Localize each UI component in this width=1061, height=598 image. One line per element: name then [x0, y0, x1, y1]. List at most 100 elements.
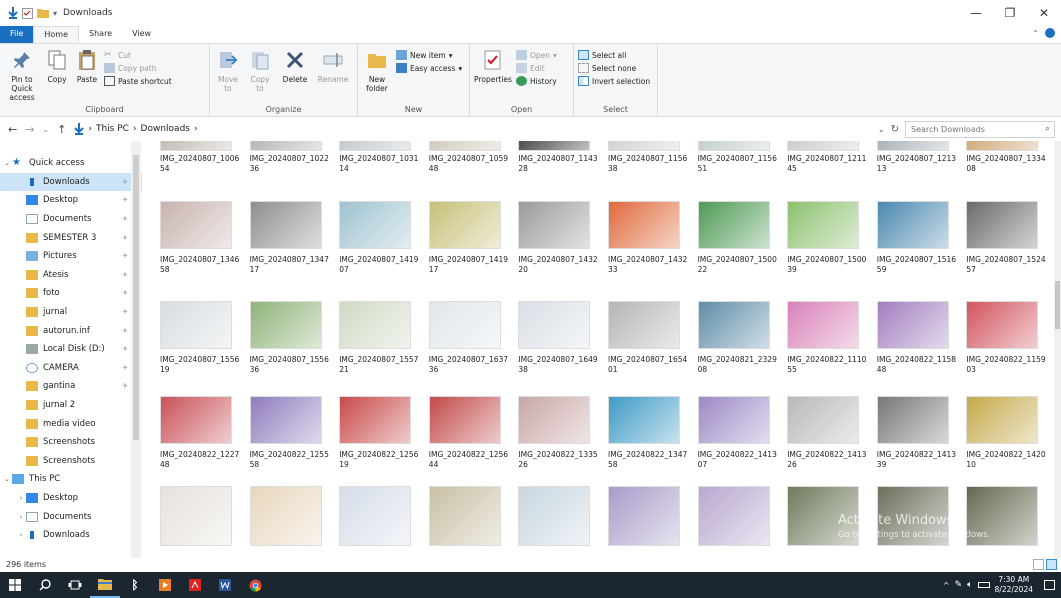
chevron-right-icon[interactable]: › [16, 531, 26, 539]
chevron-down-icon[interactable]: ⌄ [2, 475, 12, 483]
folder-icon [26, 288, 38, 299]
tab-file[interactable]: File [0, 26, 34, 43]
recent-locations-icon[interactable]: ⌄ [42, 125, 49, 134]
nav-item[interactable]: › Downloads [0, 526, 142, 545]
cut-button[interactable]: ✂ Cut [104, 50, 172, 60]
forward-arrow-icon[interactable]: → [25, 123, 34, 136]
tab-home[interactable]: Home [33, 26, 80, 43]
qat-dropdown-icon[interactable]: ▾ [53, 9, 57, 18]
file-explorer-taskbar-button[interactable] [90, 572, 120, 598]
tab-view[interactable]: View [122, 26, 161, 43]
nav-item[interactable]: Pictures ✈ [0, 247, 142, 266]
nav-item[interactable]: Desktop ✈ [0, 191, 142, 210]
tab-share[interactable]: Share [79, 26, 122, 43]
file-name: IMG_20240807_165401 [608, 355, 688, 374]
acrobat-taskbar-button[interactable] [180, 572, 210, 598]
up-arrow-icon[interactable]: ↑ [57, 123, 66, 136]
show-hidden-icons-icon[interactable]: ^ [943, 581, 950, 590]
image-thumbnail [966, 301, 1039, 349]
content-scrollbar[interactable] [1054, 141, 1061, 558]
nav-scrollbar[interactable] [131, 141, 141, 558]
history-button[interactable]: History [516, 76, 557, 86]
chevron-down-icon[interactable]: ⌄ [2, 159, 12, 167]
select-none-button[interactable]: Select none [578, 63, 650, 73]
select-all-button[interactable]: Select all [578, 50, 650, 60]
word-taskbar-button[interactable] [210, 572, 240, 598]
nav-item[interactable]: jurnal 2 [0, 396, 142, 415]
nav-item[interactable]: media video [0, 414, 142, 433]
easy-access-icon [396, 63, 407, 73]
bluetooth-taskbar-button[interactable]: ᛒ [120, 572, 150, 598]
chevron-right-icon[interactable]: › [16, 513, 26, 521]
battery-icon[interactable] [977, 582, 990, 588]
search-taskbar-button[interactable] [30, 572, 60, 598]
nav-item[interactable]: gantina ✈ [0, 377, 142, 396]
nav-item[interactable]: Documents ✈ [0, 210, 142, 229]
nav-item[interactable]: Atesis ✈ [0, 266, 142, 285]
nav-item[interactable]: ⌄ This PC [0, 470, 142, 489]
clock[interactable]: 7:30 AM 8/22/2024 [995, 575, 1033, 595]
nav-scrollbar-thumb[interactable] [133, 155, 139, 440]
large-icons-view-button[interactable] [1046, 559, 1057, 570]
breadcrumb[interactable]: › This PC › Downloads › [74, 123, 198, 135]
nav-item[interactable]: autorun.inf ✈ [0, 321, 142, 340]
invert-selection-button[interactable]: Invert selection [578, 76, 650, 86]
search-input[interactable] [905, 120, 1055, 138]
pen-icon[interactable]: ✎ [955, 580, 963, 590]
chrome-taskbar-button[interactable] [240, 572, 270, 598]
nav-item[interactable]: jurnal ✈ [0, 303, 142, 322]
nav-item[interactable]: Local Disk (D:) ✈ [0, 340, 142, 359]
nav-item-label: gantina [43, 381, 76, 392]
breadcrumb-downloads[interactable]: Downloads [141, 124, 190, 134]
ribbon-help-area: ⌃ [1032, 28, 1055, 38]
nav-item[interactable]: CAMERA ✈ [0, 359, 142, 378]
easy-access-button[interactable]: Easy access ▾ [396, 63, 462, 73]
nav-item[interactable]: › Desktop [0, 489, 142, 508]
open-button[interactable]: Open ▾ [516, 50, 557, 60]
collapse-ribbon-icon[interactable]: ⌃ [1032, 29, 1039, 38]
new-item-icon [396, 50, 407, 60]
close-button[interactable]: ✕ [1027, 0, 1061, 26]
search-folder-icon [26, 362, 38, 373]
start-button[interactable] [0, 572, 30, 598]
notifications-icon[interactable] [1044, 580, 1055, 590]
bluetooth-icon: ᛒ [131, 578, 139, 592]
edit-button[interactable]: Edit [516, 63, 557, 73]
nav-item-label: Documents [43, 511, 92, 522]
task-view-button[interactable] [60, 572, 90, 598]
nav-item[interactable]: SEMESTER 3 ✈ [0, 228, 142, 247]
details-view-button[interactable] [1033, 559, 1044, 570]
copy-path-button[interactable]: Copy path [104, 63, 172, 73]
breadcrumb-this-pc[interactable]: This PC [96, 124, 129, 134]
chevron-right-icon[interactable]: › [16, 494, 26, 502]
download-icon [74, 123, 85, 135]
new-folder-icon[interactable] [37, 8, 49, 18]
nav-item[interactable]: ⌄ ★ Quick access [0, 154, 142, 173]
maximize-button[interactable]: ❐ [993, 0, 1027, 26]
help-icon[interactable] [1045, 28, 1055, 38]
content-scrollbar-thumb[interactable] [1055, 281, 1060, 329]
rename-icon [323, 53, 343, 67]
nav-item[interactable]: Screenshots [0, 452, 142, 471]
properties-check-icon[interactable] [22, 7, 33, 19]
new-item-button[interactable]: New item ▾ [396, 50, 462, 60]
back-arrow-icon[interactable]: ← [8, 123, 17, 136]
file-name: IMG_20240807_103114 [339, 154, 419, 173]
search-icon[interactable]: ⌕ [1045, 124, 1050, 134]
documents-icon [26, 511, 38, 522]
refresh-icon[interactable]: ↻ [891, 124, 899, 135]
nav-item[interactable]: Screenshots [0, 433, 142, 452]
system-tray: ^ ✎ 🔈︎ 7:30 AM 8/22/2024 [943, 572, 1061, 598]
paste-shortcut-button[interactable]: Paste shortcut [104, 76, 172, 86]
nav-item[interactable]: › Documents [0, 507, 142, 526]
media-taskbar-button[interactable] [150, 572, 180, 598]
address-dropdown-icon[interactable]: ⌄ [878, 125, 885, 134]
image-thumbnail [249, 301, 322, 349]
down-arrow-icon[interactable] [8, 7, 18, 19]
nav-item[interactable]: foto ✈ [0, 284, 142, 303]
minimize-button[interactable]: — [959, 0, 993, 26]
volume-icon[interactable]: 🔈︎ [967, 580, 972, 590]
image-thumbnail [697, 201, 770, 249]
nav-item[interactable]: Downloads ✈ [0, 172, 142, 192]
image-thumbnail [876, 396, 949, 444]
